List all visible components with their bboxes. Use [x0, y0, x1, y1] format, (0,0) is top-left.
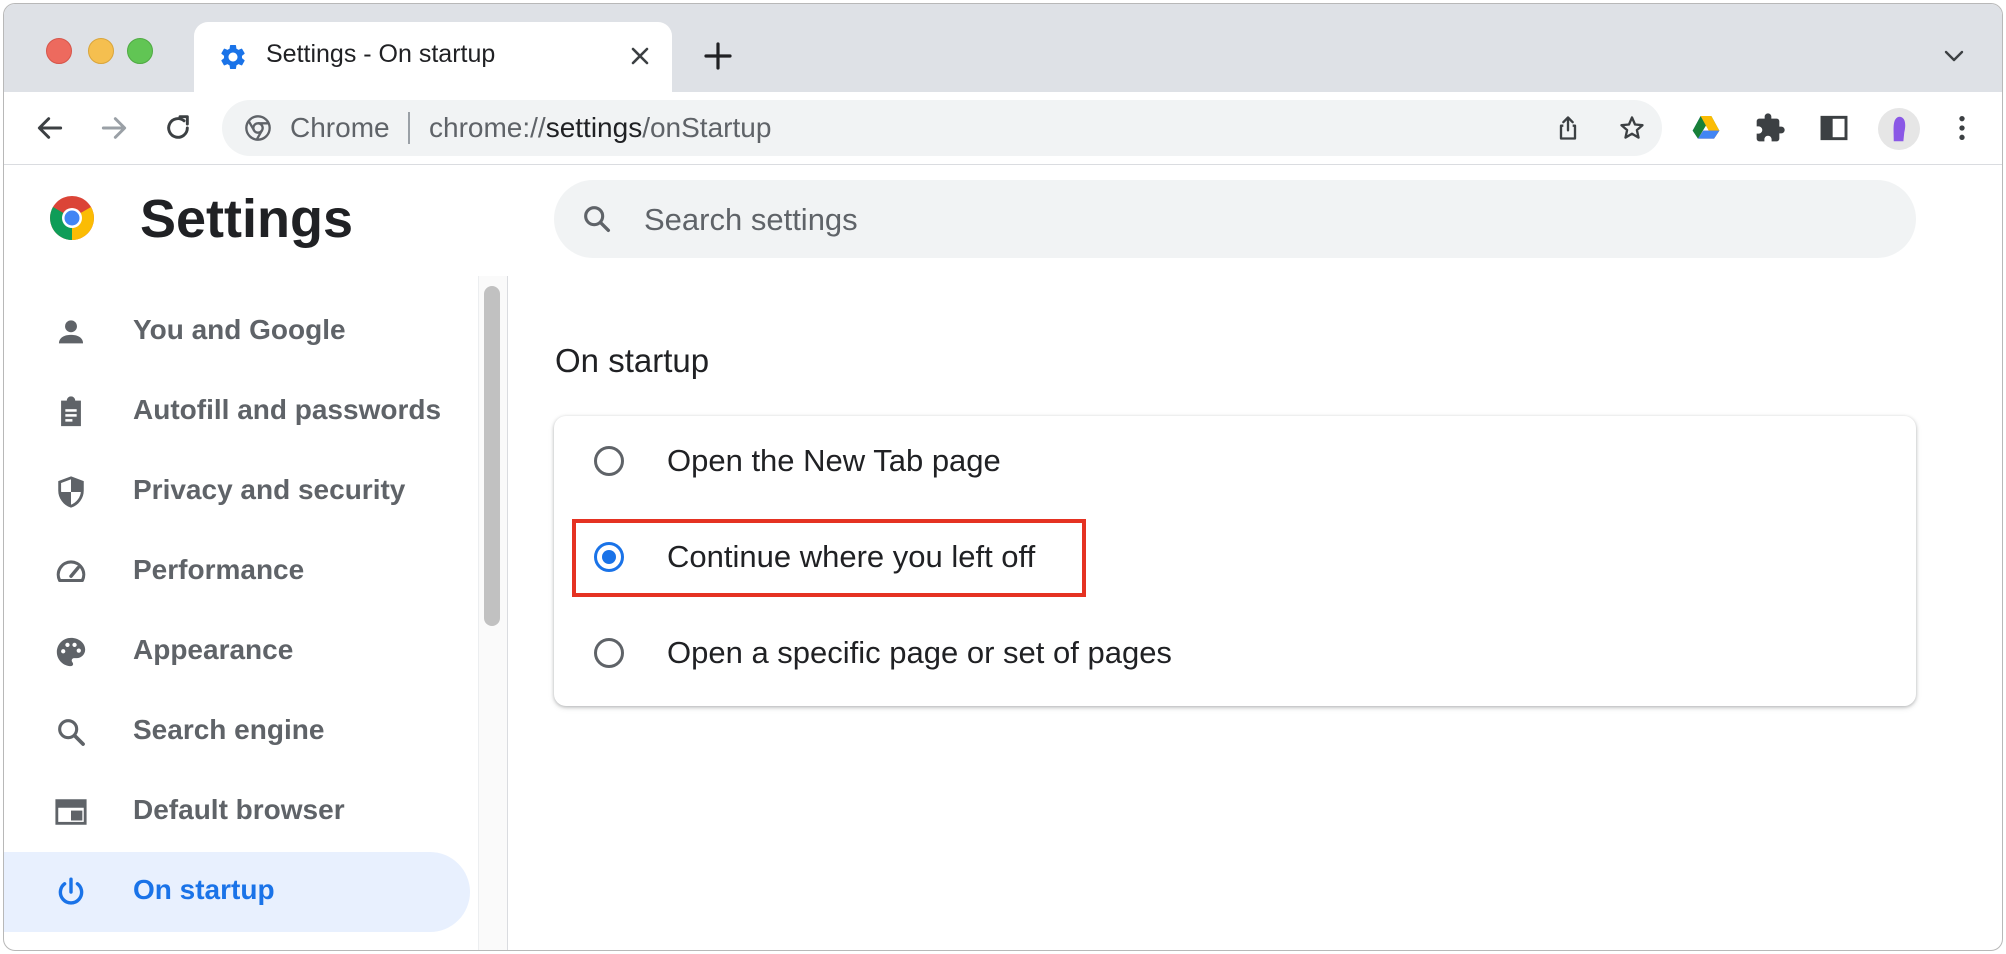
radio-label: Open the New Tab page	[667, 443, 1001, 478]
radio-option-new-tab[interactable]: Open the New Tab page	[554, 416, 1916, 512]
side-panel-icon[interactable]	[1818, 112, 1850, 144]
search-icon	[584, 206, 611, 233]
search-settings-bar[interactable]	[554, 180, 1916, 258]
share-icon[interactable]	[1554, 114, 1582, 142]
search-input[interactable]	[642, 194, 1846, 246]
sidebar-item-label: Appearance	[133, 634, 294, 665]
sidebar-item-label: Performance	[133, 554, 305, 585]
browser-toolbar: Chrome chrome://settings/onStartup	[4, 92, 2002, 165]
sidebar-item-autofill[interactable]: Autofill and passwords	[4, 372, 470, 452]
browser-window-icon	[55, 799, 87, 825]
tab-title: Settings - On startup	[266, 40, 496, 68]
sidebar-item-label: Search engine	[133, 714, 325, 745]
gear-icon	[221, 44, 245, 69]
chrome-logo-icon	[50, 196, 94, 240]
sidebar-item-privacy[interactable]: Privacy and security	[4, 452, 470, 532]
window-maximize-button[interactable]	[127, 38, 153, 64]
window-close-button[interactable]	[46, 38, 72, 64]
url-text[interactable]: chrome://settings/onStartup	[429, 112, 771, 144]
url-path: /onStartup	[642, 112, 772, 143]
person-icon	[58, 320, 84, 344]
sidebar-scrollbar-thumb[interactable]	[484, 286, 500, 626]
extensions-icon[interactable]	[1754, 112, 1786, 144]
new-tab-icon[interactable]	[702, 40, 734, 72]
sidebar-item-label: Privacy and security	[133, 474, 406, 505]
sidebar-item-label: On startup	[133, 874, 275, 905]
profile-avatar[interactable]	[1878, 108, 1920, 150]
speedometer-icon	[56, 560, 86, 583]
sidebar-item-label: Autofill and passwords	[133, 394, 442, 425]
radio-button[interactable]	[594, 638, 624, 668]
sidebar-item-search-engine[interactable]: Search engine	[4, 692, 470, 772]
sidebar-item-appearance[interactable]: Appearance	[4, 612, 470, 692]
sidebar-item-default-browser[interactable]: Default browser	[4, 772, 470, 852]
site-chip-label: Chrome	[290, 112, 390, 143]
shield-icon	[58, 476, 84, 508]
sidebar-item-label: Default browser	[133, 794, 345, 825]
window-minimize-button[interactable]	[88, 38, 114, 64]
url-host: settings	[545, 112, 643, 143]
browser-window: Settings - On startup Chrome chrome://se…	[3, 3, 2003, 951]
bookmark-star-icon[interactable]	[1618, 114, 1646, 142]
omnibox-divider	[408, 112, 410, 144]
sidebar-item-you-and-google[interactable]: You and Google	[4, 292, 470, 372]
sidebar-item-performance[interactable]: Performance	[4, 532, 470, 612]
radio-label: Open a specific page or set of pages	[667, 635, 1172, 670]
search-icon	[58, 719, 85, 746]
url-scheme: chrome://	[429, 112, 546, 143]
page-title: Settings	[140, 189, 354, 249]
settings-sidebar: You and Google Autofill and passwords Pr…	[4, 274, 480, 950]
radio-button[interactable]	[594, 446, 624, 476]
more-menu-icon[interactable]	[1946, 112, 1978, 144]
address-bar[interactable]: Chrome chrome://settings/onStartup	[222, 100, 1662, 156]
clipboard-icon	[61, 396, 81, 427]
chrome-logo-icon	[245, 115, 271, 141]
chevron-down-icon[interactable]	[1942, 44, 1966, 68]
highlight-box	[572, 519, 1086, 597]
tab-strip: Settings - On startup	[4, 4, 2002, 92]
sidebar-item-on-startup[interactable]: On startup	[4, 852, 470, 932]
forward-arrow-icon[interactable]	[98, 112, 130, 144]
tab-settings[interactable]: Settings - On startup	[194, 22, 672, 92]
palette-icon	[56, 637, 86, 667]
radio-option-specific-pages[interactable]: Open a specific page or set of pages	[554, 608, 1916, 704]
power-icon	[58, 877, 84, 905]
back-arrow-icon[interactable]	[34, 112, 66, 144]
reload-icon[interactable]	[162, 112, 194, 144]
sidebar-item-label: You and Google	[133, 314, 346, 345]
close-tab-icon[interactable]	[626, 42, 654, 70]
section-title: On startup	[555, 342, 710, 379]
google-drive-icon[interactable]	[1690, 112, 1722, 144]
